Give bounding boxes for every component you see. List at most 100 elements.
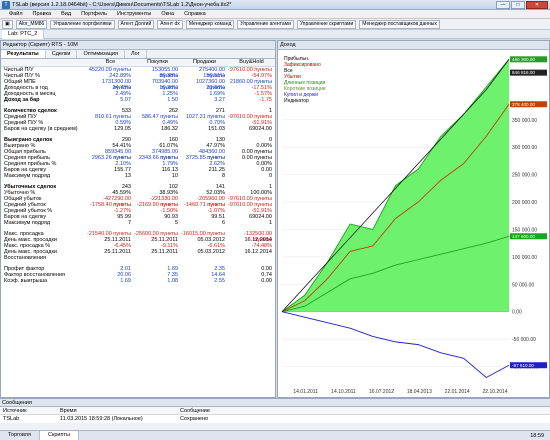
y-tick-label: -50 000.00 <box>512 337 536 343</box>
agent-dx-button[interactable]: Агент dx <box>157 19 183 29</box>
table-cell: 186.32 <box>161 126 178 132</box>
app-icon: T <box>2 1 10 9</box>
y-tick-label: 250 000.00 <box>512 173 537 179</box>
table-cell <box>134 255 181 261</box>
messages-columns: Источник Время Сообщение <box>0 407 550 415</box>
menu-help[interactable]: Справка <box>179 10 211 18</box>
menu-tools[interactable]: Инструменты <box>112 10 156 18</box>
tab-scripts[interactable]: Скрипты <box>39 431 79 440</box>
tab-trades[interactable]: Сделки <box>46 50 78 58</box>
column-header-sells[interactable]: Продажи <box>181 59 228 66</box>
row-label: Коэф. выигрыша <box>4 278 48 284</box>
clock: 18:59 <box>530 432 544 439</box>
table-cell: 8 <box>221 173 225 179</box>
table-cell: 69024.00 <box>249 126 272 132</box>
legend-entry: Индикатор <box>284 98 309 104</box>
table-cell: 7 <box>127 220 131 226</box>
table-cell <box>181 255 228 261</box>
tab-trading[interactable]: Торговля <box>0 431 40 440</box>
status-bar: Торговля Скрипты 18:59 <box>0 430 550 440</box>
table-cell: 5.07 <box>120 97 131 103</box>
results-grid-header: Все Покупки Продажи Buy&Hold <box>1 59 275 67</box>
equity-pane: Доход 350 000.00 300 000.00 250 000.00 200 … <box>277 40 550 398</box>
msg-col-source[interactable]: Источник <box>0 407 60 414</box>
results-pane: Редактор (Скрипт) RTS - 10M Результаты С… <box>0 40 276 398</box>
row-label: Максимум подряд <box>4 220 51 226</box>
x-tick-label: 14.10.2011 <box>331 389 356 395</box>
msg-col-message[interactable]: Сообщение <box>180 407 550 414</box>
y-tick-label: 100 000.00 <box>512 255 537 261</box>
script-manager-button[interactable]: Управление скриптами <box>296 19 357 29</box>
y-tick-label: 300 000.00 <box>512 145 537 151</box>
close-button[interactable]: ✕ <box>526 1 548 9</box>
table-cell: 1.69 <box>120 278 131 284</box>
results-tabs: Результаты Сделки Оптимизация Лог <box>1 50 275 59</box>
agent-manager-button[interactable]: Управление агентами <box>237 19 294 29</box>
portfolio-manager-button[interactable]: Управление портфелями <box>50 19 115 29</box>
row-label: Восстановления <box>4 255 46 261</box>
message-row[interactable]: TSLab 11.03.2015 18:59:28 (Локальное) Со… <box>0 415 550 423</box>
table-cell: -1.75 <box>259 97 272 103</box>
chart-header: Доход <box>278 41 549 50</box>
account-select[interactable]: Alor_MM86 <box>15 19 48 29</box>
menu-file[interactable]: Файл <box>4 10 28 18</box>
table-row[interactable]: Баров на сделку (в среднем) 129.05 186.32 1… <box>1 126 275 132</box>
maximize-button[interactable]: □ <box>511 1 525 9</box>
value-badge-label: 460 300.00 <box>512 57 535 62</box>
column-header-buy-hold[interactable]: Buy&Hold <box>228 59 275 66</box>
column-header-all[interactable]: Все <box>87 59 134 66</box>
table-cell <box>228 255 275 261</box>
table-cell: 10 <box>171 173 178 179</box>
x-tick-label: 22.01.2014 <box>445 389 470 395</box>
table-cell: 151.03 <box>208 126 225 132</box>
table-cell: 13 <box>124 173 131 179</box>
value-badge-label: 846 816.00 <box>512 70 535 75</box>
value-badge-label: 137 600.00 <box>512 234 535 239</box>
window-title: TSLab (версия 1.2.18.0464bit) - C:\Users… <box>12 2 232 8</box>
x-tick-label: 22.10.2014 <box>483 389 508 395</box>
agent-long-button[interactable]: Агент Долгий <box>117 19 155 29</box>
data-provider-manager-button[interactable]: Менеджер поставщиков данных <box>359 19 440 29</box>
msg-col-time[interactable]: Время <box>60 407 180 414</box>
menu-portfolio[interactable]: Портфель <box>76 10 112 18</box>
y-tick-label: 0.00 <box>512 310 522 316</box>
msg-text: Сохранено <box>180 416 209 422</box>
table-row[interactable]: Коэф. выигрыша 1.69 1.08 2.55 0.00 <box>1 278 275 284</box>
x-tick-label: 14.01.2011 <box>293 389 318 395</box>
title-bar: T TSLab (версия 1.2.18.0464bit) - C:\Use… <box>0 0 550 10</box>
document-tabs: Lab: PTC_2 <box>0 29 550 39</box>
table-cell: 2.55 <box>214 278 225 284</box>
table-row[interactable]: Восстановления <box>1 255 275 261</box>
row-label: Баров на сделку (в среднем) <box>4 126 78 132</box>
table-row[interactable]: Максимум подряд 7 5 6 1 <box>1 220 275 226</box>
chart-title: Доход <box>280 42 296 48</box>
main-toolbar: ▣ Alor_MM86 Управление портфелями Агент … <box>0 19 550 30</box>
series-line-3 <box>281 311 510 379</box>
minimize-button[interactable]: — <box>496 1 510 9</box>
messages-panel: Сообщения Источник Время Сообщение TSLab… <box>0 398 550 440</box>
menu-view[interactable]: Вид <box>56 10 76 18</box>
column-header-buys[interactable]: Покупки <box>134 59 181 66</box>
x-tick-label: 16.07.2012 <box>369 389 394 395</box>
msg-source: TSLab <box>3 416 20 422</box>
save-icon[interactable]: ▣ <box>2 19 13 29</box>
table-cell: 5 <box>174 220 178 226</box>
x-tick-label: 18.04.2013 <box>407 389 432 395</box>
tab-lab-ptc2[interactable]: Lab: PTC_2 <box>2 29 45 39</box>
table-cell: 1.08 <box>167 278 178 284</box>
tab-optimization[interactable]: Оптимизация <box>77 50 125 58</box>
results-grid: Чистый П/У 45220.00 пункты 153055.00 пункт… <box>1 67 275 284</box>
table-cell: 129.05 <box>114 126 131 132</box>
table-cell: 0.00 <box>261 278 272 284</box>
table-row[interactable]: Максимум подряд 13 10 8 0 <box>1 173 275 179</box>
table-cell: 1 <box>268 220 272 226</box>
table-cell: 3.27 <box>214 97 225 103</box>
command-manager-button[interactable]: Менеджер команд <box>185 19 235 29</box>
menu-edit[interactable]: Правка <box>28 10 57 18</box>
menu-windows[interactable]: Окна <box>156 10 179 18</box>
table-row[interactable]: Доход за бар 5.07 1.50 3.27 -1.75 <box>1 97 275 103</box>
tab-log[interactable]: Лог <box>125 50 147 58</box>
equity-chart[interactable]: 350 000.00 300 000.00 250 000.00 200 000.00… <box>278 50 549 397</box>
tab-results[interactable]: Результаты <box>1 50 46 58</box>
y-tick-label: 350 000.00 <box>512 118 537 124</box>
